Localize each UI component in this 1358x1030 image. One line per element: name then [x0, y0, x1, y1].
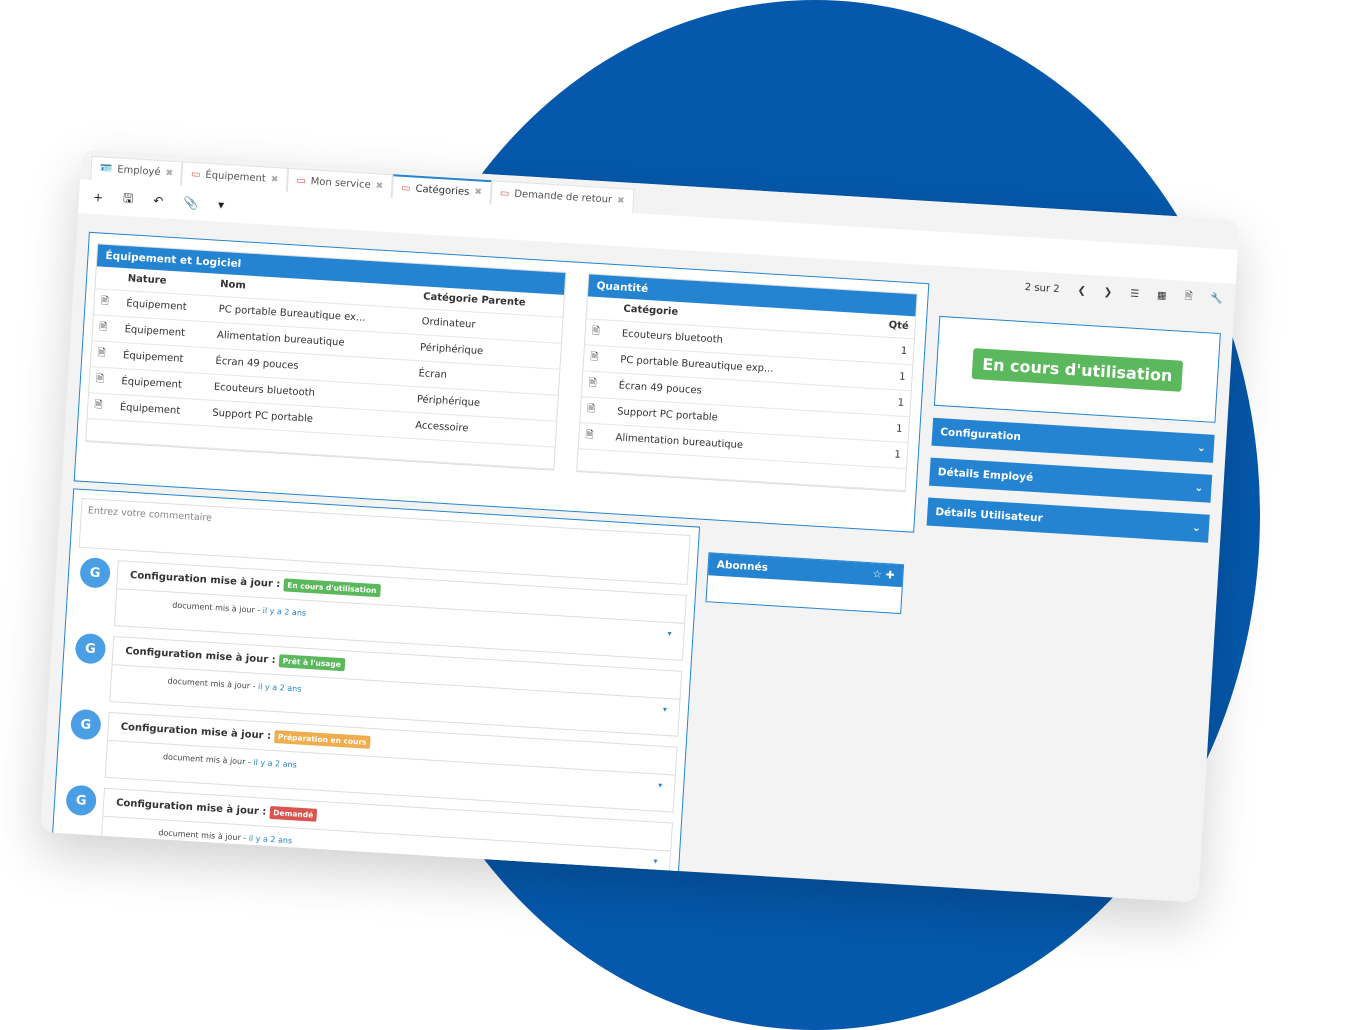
monitor-icon: ▭ [190, 168, 201, 181]
accordion-header[interactable]: Détails Utilisateur ⌄ [926, 497, 1210, 543]
avatar: G [69, 708, 102, 741]
status-badge: En cours d'utilisation [282, 578, 381, 598]
status-box: En cours d'utilisation [933, 315, 1221, 423]
add-subscriber-icon[interactable]: ✚ [885, 569, 895, 582]
feed-text: document mis à jour - [158, 828, 247, 843]
avatar: G [65, 784, 98, 817]
more-dropdown-icon[interactable]: ▾ [218, 198, 225, 212]
table-cell: 1 [864, 335, 914, 365]
tab-label: Employé [116, 164, 161, 179]
close-icon[interactable]: ✖ [617, 196, 625, 206]
chevron-down-icon: ⌄ [1194, 481, 1204, 495]
close-icon[interactable]: ✖ [375, 181, 383, 191]
document-icon: 🗎 [581, 370, 614, 399]
main-form: Équipement et Logiciel Nature Nom Catégori… [73, 231, 930, 533]
chevron-down-icon: ⌄ [1191, 521, 1202, 535]
tab-label: Demande de retour [513, 188, 613, 206]
accordion-label: Détails Utilisateur [935, 506, 1044, 525]
col-qte: Qté [865, 313, 916, 339]
accordion-header[interactable]: Configuration ⌄ [931, 417, 1215, 463]
feed-text: document mis à jour - [172, 600, 261, 615]
feed-title: Configuration mise à jour : [120, 721, 272, 742]
list-view-icon[interactable]: ☰ [1130, 289, 1140, 301]
table-cell: 1 [860, 387, 911, 417]
wrench-icon[interactable]: 🔧 [1210, 293, 1223, 305]
feed-time-link[interactable]: il y a 2 ans [248, 834, 292, 846]
save-icon[interactable]: 🖫 [122, 188, 134, 210]
star-icon[interactable]: ☆ [872, 568, 882, 581]
status-badge: Prêt à l'usage [278, 654, 346, 672]
document-icon[interactable]: 🗎 [1184, 289, 1193, 306]
content: 2 sur 2 ❮ ❯ ☰ ▦ 🗎 🔧 Équipement et Logici… [40, 213, 1236, 903]
feed-title: Configuration mise à jour : [129, 569, 281, 591]
undo-icon[interactable]: ↶ [153, 194, 164, 209]
next-icon[interactable]: ❯ [1103, 287, 1112, 298]
quantity-table: Quantité Catégorie Qté 🗎 Ecouteurs bluetoot… [576, 273, 918, 492]
status-badge: Préparation en cours [273, 730, 372, 749]
tab-label: Équipement [205, 169, 267, 185]
feed-title: Configuration mise à jour : [125, 645, 276, 666]
caret-down-icon[interactable]: ▾ [653, 856, 658, 865]
monitor-icon: ▭ [295, 175, 307, 187]
accordion-label: Détails Employé [937, 466, 1034, 484]
subscribers-panel: Abonnés ☆ ✚ [705, 552, 905, 615]
document-icon: 🗎 [583, 344, 616, 373]
prev-icon[interactable]: ❮ [1077, 285, 1086, 296]
feed-title: Configuration mise à jour : [115, 797, 267, 818]
attach-icon[interactable]: 📎 [183, 196, 199, 211]
document-icon: 🗎 [92, 314, 120, 342]
tab-label: Mon service [310, 176, 371, 191]
chevron-down-icon: ⌄ [1196, 441, 1207, 455]
feed-time-link[interactable]: il y a 2 ans [258, 682, 302, 694]
equipment-table: Équipement et Logiciel Nature Nom Catégori… [85, 243, 567, 471]
avatar: G [74, 632, 107, 665]
close-icon[interactable]: ✖ [165, 168, 173, 178]
document-icon: 🗎 [578, 422, 611, 450]
document-icon: 🗎 [580, 396, 612, 425]
table-cell: 1 [859, 413, 910, 443]
avatar: G [79, 556, 112, 589]
tab-label: Catégories [415, 183, 470, 198]
close-icon[interactable]: ✖ [270, 174, 278, 184]
document-icon: 🗎 [87, 392, 115, 420]
caret-down-icon[interactable]: ▾ [663, 705, 668, 714]
feed-time-link[interactable]: il y a 2 ans [253, 758, 297, 770]
accordion-header[interactable]: Détails Employé ⌄ [929, 457, 1213, 503]
id-card-icon: 🪪 [99, 163, 113, 176]
pager-text: 2 sur 2 [1024, 282, 1060, 296]
document-icon: 🗎 [89, 366, 117, 394]
pager: 2 sur 2 ❮ ❯ ☰ ▦ 🗎 🔧 [1024, 279, 1223, 308]
caret-down-icon[interactable]: ▾ [658, 781, 663, 790]
document-icon: 🗎 [90, 340, 118, 368]
grid-view-icon[interactable]: ▦ [1157, 290, 1167, 302]
feed-text: document mis à jour - [162, 752, 252, 767]
monitor-icon: ▭ [499, 187, 510, 200]
subscribers-title: Abonnés [716, 558, 769, 574]
document-icon: 🗎 [93, 288, 122, 316]
load-more-button[interactable]: charger plus ➔ [321, 875, 406, 896]
document-icon: 🗎 [584, 318, 617, 347]
add-icon[interactable]: + [93, 190, 104, 205]
close-icon[interactable]: ✖ [474, 187, 482, 197]
feed-text: document mis à jour - [167, 676, 256, 691]
table-cell: 1 [857, 439, 908, 469]
right-panel: En cours d'utilisation Configuration ⌄ Dét… [926, 315, 1221, 543]
app-window: 🪪 Employé ✖ ▭ Équipement ✖ ▭ Mon service ✖ ▭ Catég… [40, 149, 1240, 903]
feed-time-link[interactable]: il y a 2 ans [262, 606, 306, 618]
status-badge: Demandé [268, 805, 318, 822]
accordion-label: Configuration [939, 426, 1022, 444]
table-cell: 1 [862, 361, 913, 391]
status-badge: En cours d'utilisation [971, 347, 1184, 392]
caret-down-icon[interactable]: ▾ [667, 629, 672, 638]
monitor-icon: ▭ [400, 182, 411, 194]
activity-feed: Entrez votre commentaire G Configuration … [49, 488, 701, 903]
